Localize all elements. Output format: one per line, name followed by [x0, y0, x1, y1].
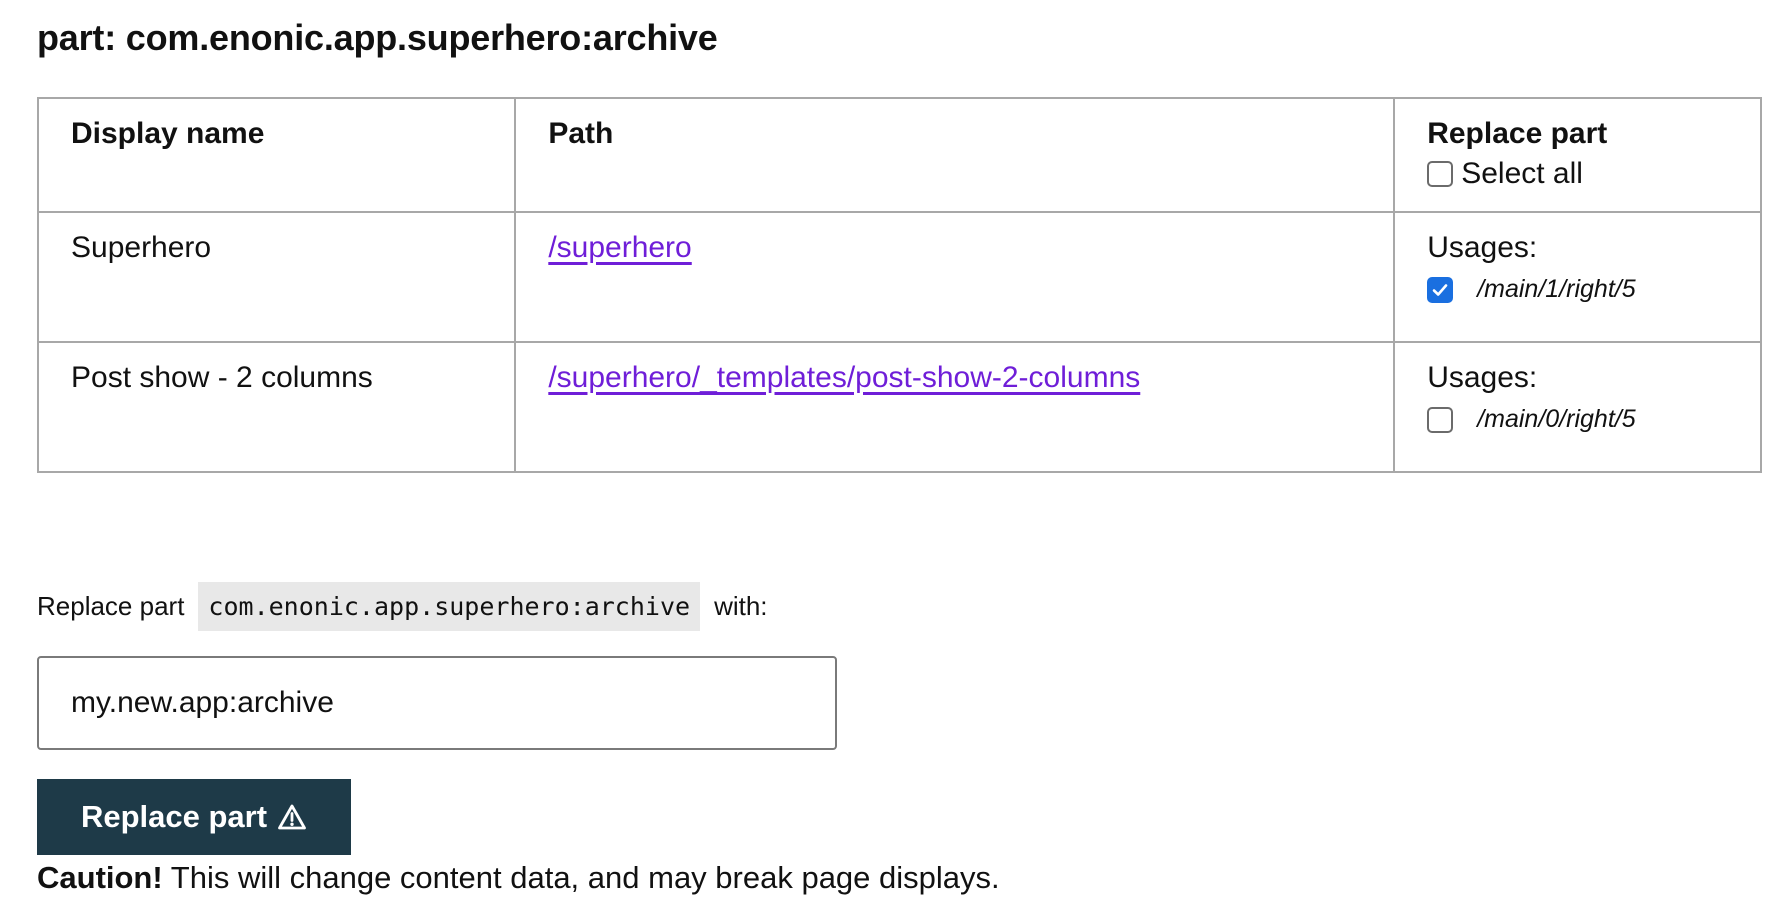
- cell-path: /superhero/_templates/post-show-2-column…: [514, 341, 1396, 473]
- usages-label: Usages:: [1427, 361, 1538, 394]
- usage-checkbox[interactable]: [1427, 276, 1454, 303]
- path-link[interactable]: /superhero: [548, 231, 691, 264]
- usage-item[interactable]: /main/1/right/5: [1427, 275, 1728, 304]
- current-part-code: com.enonic.app.superhero:archive: [198, 582, 701, 631]
- table-row: Superhero /superhero Usages: /main/1/rig…: [36, 211, 1762, 343]
- page-title: part: com.enonic.app.superhero:archive: [37, 17, 718, 58]
- warning-triangle-icon: [278, 804, 306, 830]
- usage-path: /main/1/right/5: [1477, 275, 1636, 303]
- header-replace-part-label: Replace part: [1427, 117, 1608, 150]
- checkmark-icon: [1432, 283, 1448, 296]
- header-replace-part: Replace part Select all: [1393, 97, 1762, 213]
- usage-checkbox[interactable]: [1427, 406, 1454, 433]
- table-header-row: Display name Path Replace part Select al…: [36, 97, 1762, 213]
- usage-path: /main/0/right/5: [1477, 405, 1636, 433]
- replace-prefix: Replace part: [37, 591, 185, 621]
- replace-instruction: Replace part com.enonic.app.superhero:ar…: [37, 582, 768, 631]
- table-row: Post show - 2 columns /superhero/_templa…: [36, 341, 1762, 473]
- cell-display-name: Post show - 2 columns: [36, 341, 517, 473]
- cell-path: /superhero: [514, 211, 1396, 343]
- select-all-checkbox[interactable]: [1427, 161, 1454, 187]
- usage-table: Display name Path Replace part Select al…: [36, 97, 1762, 473]
- new-part-input[interactable]: [37, 656, 837, 750]
- select-all[interactable]: Select all: [1427, 157, 1728, 191]
- caution-strong: Caution!: [37, 860, 163, 895]
- header-path: Path: [514, 97, 1396, 213]
- caution-message: Caution! This will change content data, …: [37, 860, 1000, 896]
- usages-label: Usages:: [1427, 231, 1538, 264]
- select-all-label: Select all: [1461, 157, 1583, 190]
- replace-suffix: with:: [714, 591, 768, 621]
- cell-display-name: Superhero: [36, 211, 517, 343]
- cell-usages: Usages: /main/1/right/5: [1393, 211, 1762, 343]
- usage-item[interactable]: /main/0/right/5: [1427, 405, 1728, 434]
- replace-part-button[interactable]: Replace part: [37, 779, 351, 855]
- header-display-name: Display name: [36, 97, 517, 213]
- page: part: com.enonic.app.superhero:archive D…: [36, 10, 1762, 895]
- replace-part-button-label: Replace part: [80, 799, 268, 834]
- caution-text: This will change content data, and may b…: [170, 860, 1000, 895]
- path-link[interactable]: /superhero/_templates/post-show-2-column…: [548, 361, 1140, 394]
- cell-usages: Usages: /main/0/right/5: [1393, 341, 1762, 473]
